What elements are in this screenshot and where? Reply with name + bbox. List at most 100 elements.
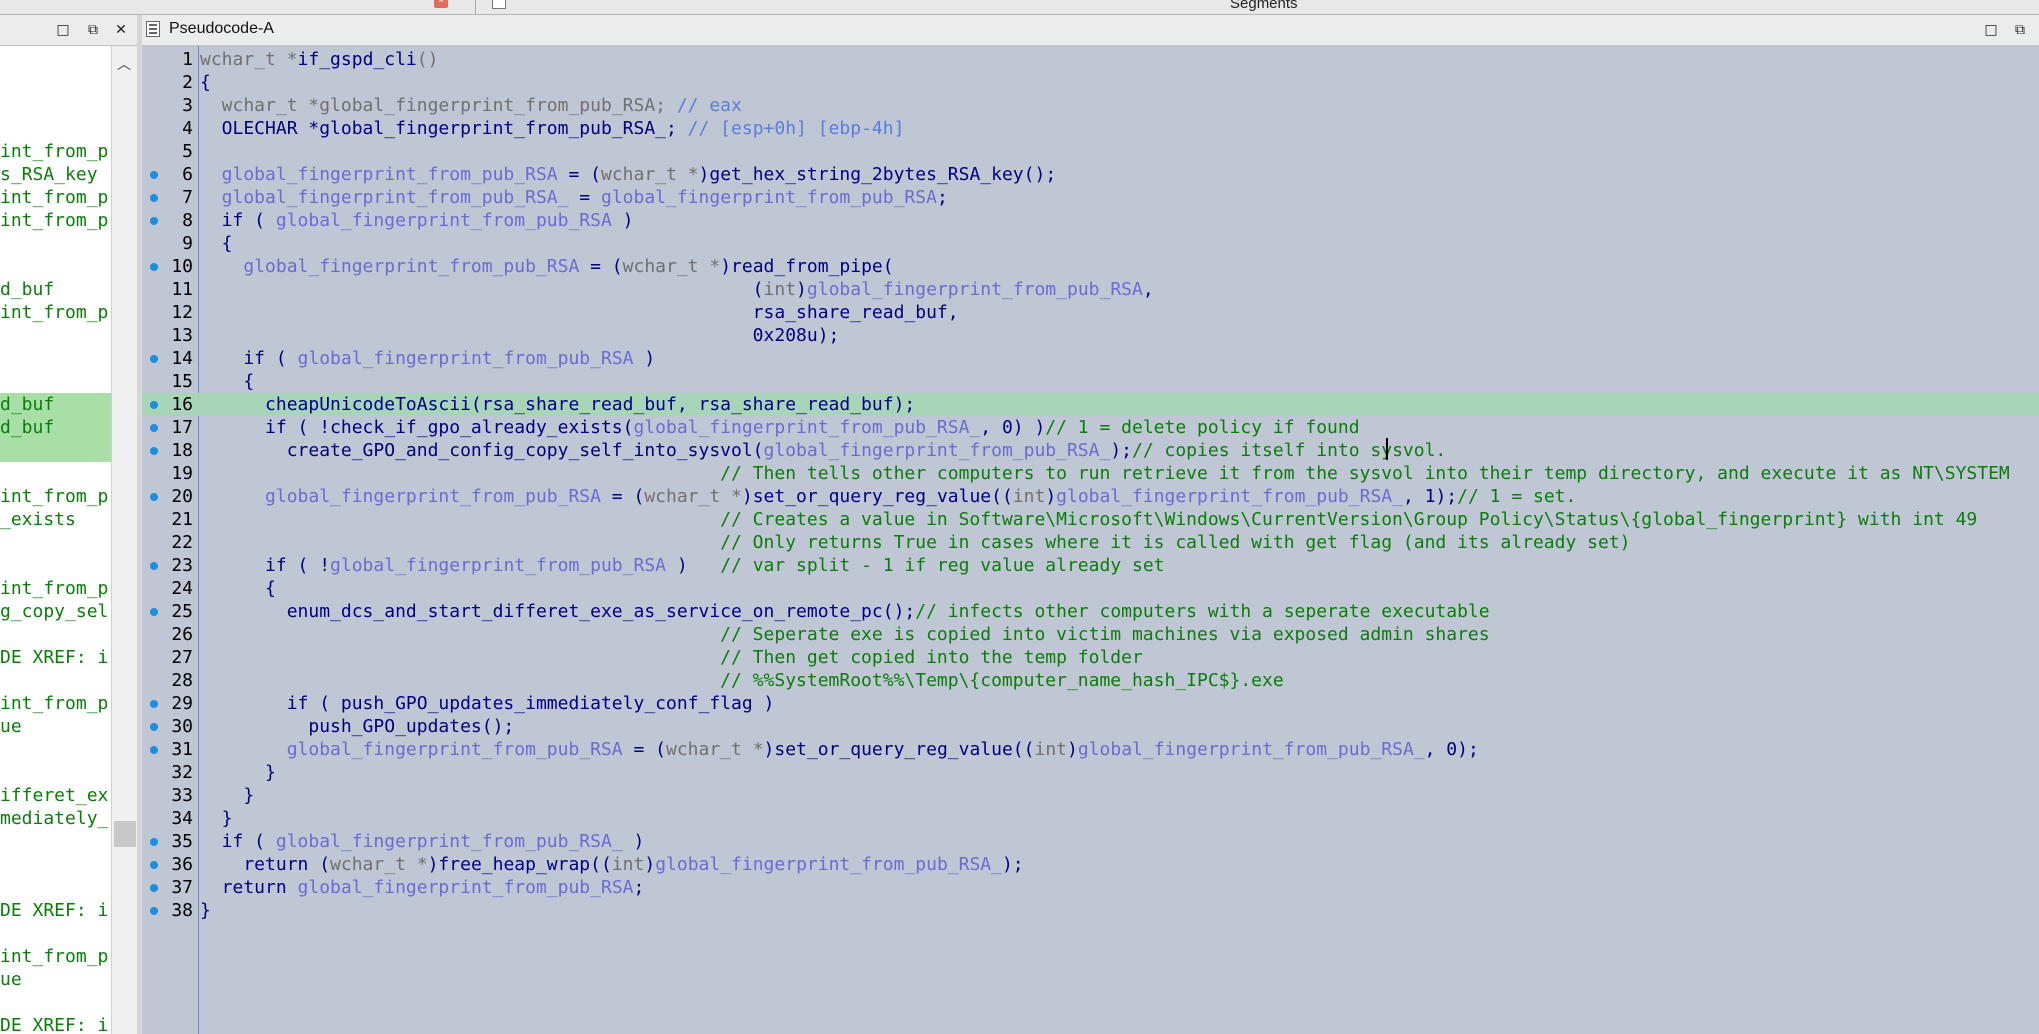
code-text[interactable]: push_GPO_updates(); (200, 715, 514, 738)
code-text[interactable]: } (200, 899, 211, 922)
code-line[interactable]: 15 { (142, 370, 2039, 393)
list-item[interactable]: int_from_p (0, 186, 111, 209)
code-line[interactable]: 28 // %%SystemRoot%%\Temp\{computer_name… (142, 669, 2039, 692)
code-text[interactable]: // %%SystemRoot%%\Temp\{computer_name_ha… (200, 669, 1284, 692)
code-text[interactable]: cheapUnicodeToAscii(rsa_share_read_buf, … (200, 393, 915, 416)
list-item[interactable]: ue (0, 968, 111, 991)
list-item[interactable]: g_copy_sel (0, 600, 111, 623)
code-text[interactable]: if ( global_fingerprint_from_pub_RSA ) (200, 209, 634, 232)
code-line[interactable]: 26 // Seperate exe is copied into victim… (142, 623, 2039, 646)
code-text[interactable]: return (wchar_t *)free_heap_wrap((int)gl… (200, 853, 1023, 876)
code-line[interactable]: 5 (142, 140, 2039, 163)
restore-icon[interactable]: ⧉ (84, 21, 102, 39)
code-line[interactable]: 35 if ( global_fingerprint_from_pub_RSA_… (142, 830, 2039, 853)
code-text[interactable]: rsa_share_read_buf, (200, 301, 959, 324)
list-item[interactable]: DE XREF: i (0, 899, 111, 922)
code-text[interactable]: global_fingerprint_from_pub_RSA_ = globa… (200, 186, 948, 209)
list-item[interactable]: ue (0, 715, 111, 738)
code-text[interactable]: global_fingerprint_from_pub_RSA = (wchar… (200, 163, 1056, 186)
code-text[interactable]: { (200, 577, 276, 600)
code-text[interactable]: } (200, 761, 276, 784)
close-icon[interactable]: ✕ (112, 21, 130, 39)
code-line[interactable]: 31 global_fingerprint_from_pub_RSA = (wc… (142, 738, 2039, 761)
list-item[interactable]: int_from_p (0, 577, 111, 600)
list-item[interactable]: int_from_p (0, 301, 111, 324)
code-line[interactable]: 29 if ( push_GPO_updates_immediately_con… (142, 692, 2039, 715)
code-line[interactable]: 19 // Then tells other computers to run … (142, 462, 2039, 485)
list-item[interactable]: s_RSA_key (0, 163, 111, 186)
pseudocode-view[interactable]: 1 wchar_t *if_gspd_cli() 2{3 wchar_t *glob… (142, 46, 2039, 1034)
restore-icon[interactable]: ⧉ (2011, 21, 2029, 39)
list-item[interactable]: d_buf (0, 393, 111, 416)
code-line[interactable]: 4 OLECHAR *global_fingerprint_from_pub_R… (142, 117, 2039, 140)
code-line[interactable]: 16 cheapUnicodeToAscii(rsa_share_read_bu… (142, 393, 2039, 416)
code-text[interactable]: } (200, 784, 254, 807)
code-line[interactable]: 2{ (142, 71, 2039, 94)
list-item[interactable]: int_from_p (0, 945, 111, 968)
list-item[interactable]: ifferet_ex (0, 784, 111, 807)
code-line[interactable]: 32 } (142, 761, 2039, 784)
code-line[interactable]: 33 } (142, 784, 2039, 807)
code-line[interactable]: 23 if ( !global_fingerprint_from_pub_RSA… (142, 554, 2039, 577)
code-line[interactable]: 10 global_fingerprint_from_pub_RSA = (wc… (142, 255, 2039, 278)
code-text[interactable]: } (200, 807, 233, 830)
code-text[interactable]: global_fingerprint_from_pub_RSA = (wchar… (200, 255, 893, 278)
code-line[interactable]: 38} (142, 899, 2039, 922)
code-text[interactable]: if ( !check_if_gpo_already_exists(global… (200, 416, 1360, 439)
code-text[interactable]: if ( global_fingerprint_from_pub_RSA_ ) (200, 830, 645, 853)
code-line[interactable]: 13 0x208u); (142, 324, 2039, 347)
code-text[interactable]: (int)global_fingerprint_from_pub_RSA, (200, 278, 1154, 301)
code-text[interactable]: wchar_t *global_fingerprint_from_pub_RSA… (200, 94, 742, 117)
code-text[interactable]: if ( global_fingerprint_from_pub_RSA ) (200, 347, 655, 370)
code-text[interactable]: // Seperate exe is copied into victim ma… (200, 623, 1489, 646)
minimize-icon[interactable]: □ (54, 21, 72, 39)
code-line[interactable]: 21 // Creates a value in Software\Micros… (142, 508, 2039, 531)
code-text[interactable]: OLECHAR *global_fingerprint_from_pub_RSA… (200, 117, 905, 140)
code-line[interactable]: 7 global_fingerprint_from_pub_RSA_ = glo… (142, 186, 2039, 209)
list-item[interactable]: DE XREF: i (0, 646, 111, 669)
code-text[interactable]: { (200, 232, 233, 255)
code-line[interactable]: 1 wchar_t *if_gspd_cli() (142, 48, 2039, 71)
left-listing-pane[interactable]: int_from_p s_RSA_key int_from_p int_from_p d… (0, 46, 111, 1034)
code-line[interactable]: 18 create_GPO_and_config_copy_self_into_… (142, 439, 2039, 462)
code-line[interactable]: 17 if ( !check_if_gpo_already_exists(glo… (142, 416, 2039, 439)
code-line[interactable]: 30 push_GPO_updates(); (142, 715, 2039, 738)
code-text[interactable]: // Only returns True in cases where it i… (200, 531, 1630, 554)
code-text[interactable]: global_fingerprint_from_pub_RSA = (wchar… (200, 485, 1576, 508)
code-line[interactable]: 12 rsa_share_read_buf, (142, 301, 2039, 324)
code-text[interactable]: // Then get copied into the temp folder (200, 646, 1143, 669)
code-line[interactable]: 37 return global_fingerprint_from_pub_RS… (142, 876, 2039, 899)
code-line[interactable]: 25 enum_dcs_and_start_differet_exe_as_se… (142, 600, 2039, 623)
code-line[interactable]: 22 // Only returns True in cases where i… (142, 531, 2039, 554)
code-line[interactable]: 24 { (142, 577, 2039, 600)
list-item[interactable] (0, 439, 111, 462)
code-text[interactable]: wchar_t *if_gspd_cli() (200, 48, 438, 71)
code-line[interactable]: 34 } (142, 807, 2039, 830)
code-text[interactable]: create_GPO_and_config_copy_self_into_sys… (200, 439, 1447, 462)
left-scrollbar[interactable]: ︿ (111, 46, 138, 1034)
tab-pseudocode-a[interactable]: Pseudocode-A (169, 20, 274, 38)
code-text[interactable]: { (200, 71, 211, 94)
code-line[interactable]: 11 (int)global_fingerprint_from_pub_RSA, (142, 278, 2039, 301)
code-text[interactable]: { (200, 370, 254, 393)
code-line[interactable]: 27 // Then get copied into the temp fold… (142, 646, 2039, 669)
close-icon[interactable]: × (434, 0, 448, 8)
code-line[interactable]: 36 return (wchar_t *)free_heap_wrap((int… (142, 853, 2039, 876)
code-line[interactable]: 3 wchar_t *global_fingerprint_from_pub_R… (142, 94, 2039, 117)
list-item[interactable]: int_from_p (0, 692, 111, 715)
code-line[interactable]: 20 global_fingerprint_from_pub_RSA = (wc… (142, 485, 2039, 508)
code-text[interactable]: enum_dcs_and_start_differet_exe_as_servi… (200, 600, 1490, 623)
code-text[interactable]: if ( push_GPO_updates_immediately_conf_f… (200, 692, 775, 715)
list-item[interactable]: DE XREF: i (0, 1014, 111, 1034)
code-line[interactable]: 9 { (142, 232, 2039, 255)
list-item[interactable]: d_buf (0, 416, 111, 439)
code-text[interactable]: // Then tells other computers to run ret… (200, 462, 2010, 485)
code-line[interactable]: 8 if ( global_fingerprint_from_pub_RSA ) (142, 209, 2039, 232)
list-item[interactable]: d_buf (0, 278, 111, 301)
list-item[interactable]: int_from_p (0, 140, 111, 163)
code-line[interactable]: 14 if ( global_fingerprint_from_pub_RSA … (142, 347, 2039, 370)
code-text[interactable]: // Creates a value in Software\Microsoft… (200, 508, 1977, 531)
minimize-icon[interactable]: □ (1982, 21, 2000, 39)
scrollbar-thumb[interactable] (114, 821, 136, 847)
code-text[interactable]: return global_fingerprint_from_pub_RSA; (200, 876, 645, 899)
